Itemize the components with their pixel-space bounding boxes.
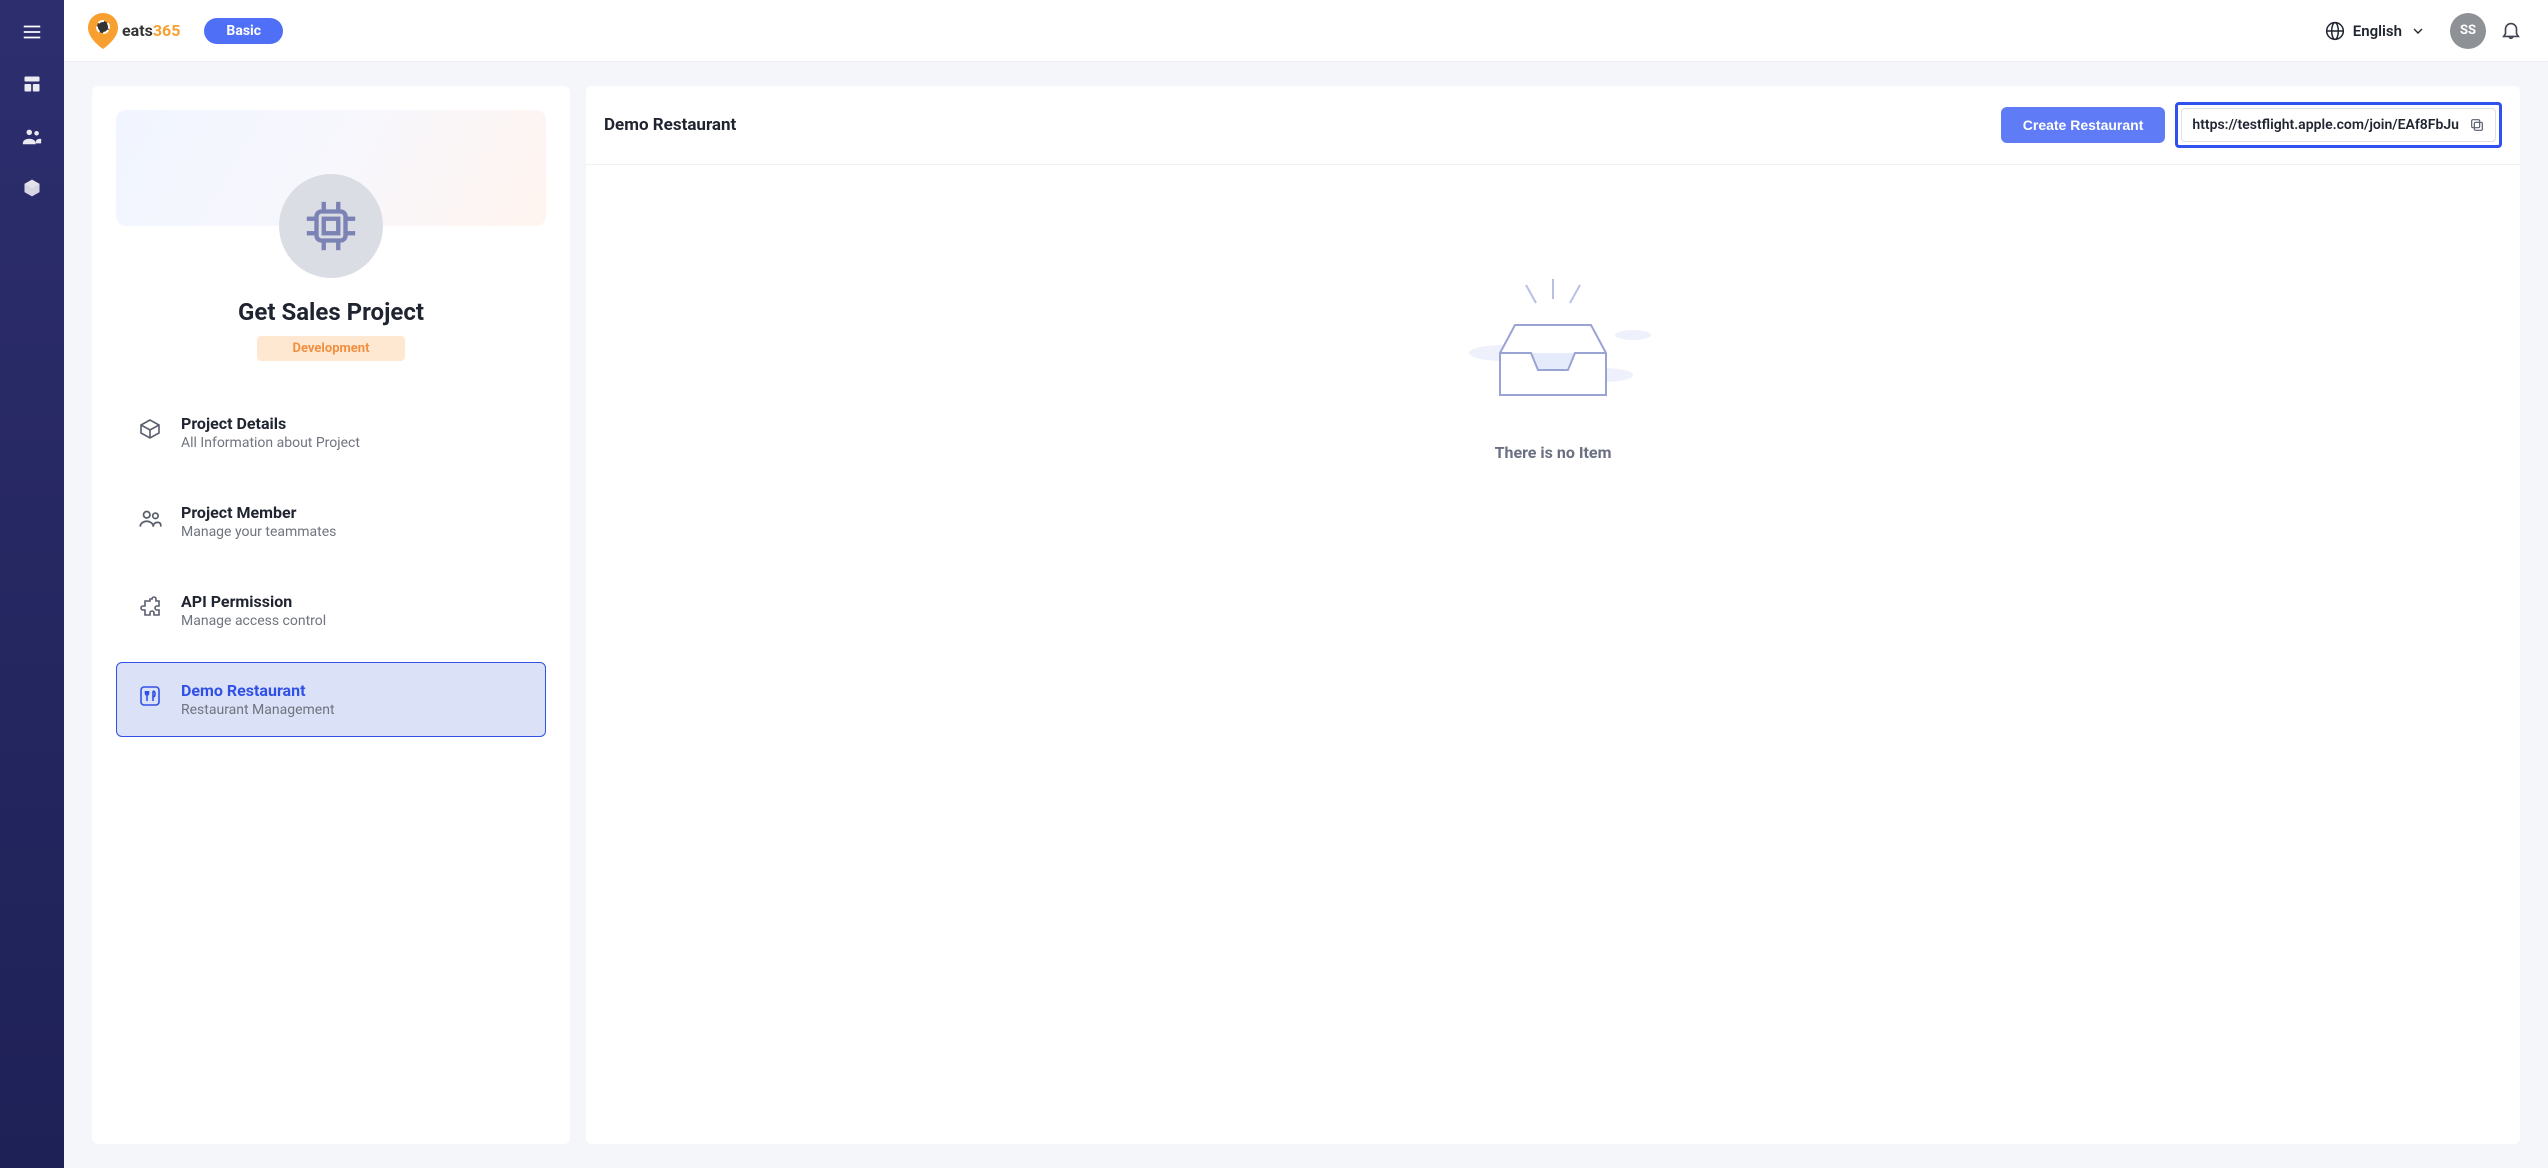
app-root: eats365 Basic English SS [0, 0, 2548, 1168]
empty-inbox-icon [1438, 275, 1668, 415]
notifications-button[interactable] [2500, 19, 2524, 43]
menu-title: Project Details [181, 414, 360, 433]
hamburger-icon [21, 21, 43, 43]
puzzle-icon [137, 594, 163, 620]
menu-project-member[interactable]: Project Member Manage your teammates [116, 484, 546, 559]
nav-products[interactable] [20, 176, 44, 200]
language-selector[interactable]: English [2325, 21, 2426, 41]
group-icon [137, 505, 163, 531]
top-header: eats365 Basic English SS [64, 0, 2548, 62]
layout-icon [22, 74, 42, 94]
empty-state-text: There is no Item [1495, 443, 1612, 462]
panel-header: Demo Restaurant Create Restaurant https:… [586, 86, 2520, 165]
globe-icon [2325, 21, 2345, 41]
user-avatar[interactable]: SS [2450, 13, 2486, 49]
nav-dashboard[interactable] [20, 72, 44, 96]
menu-subtitle: Manage your teammates [181, 524, 336, 540]
brand-logo[interactable]: eats365 [88, 13, 180, 49]
people-icon [21, 125, 43, 147]
nav-members[interactable] [20, 124, 44, 148]
share-link-highlight: https://testflight.apple.com/join/EAf8Fb… [2175, 102, 2502, 148]
menu-demo-restaurant[interactable]: Demo Restaurant Restaurant Management [116, 662, 546, 737]
project-menu: Project Details All Information about Pr… [116, 395, 546, 737]
sidebar [0, 0, 64, 1168]
copy-link-button[interactable] [2469, 117, 2485, 133]
menu-subtitle: Manage access control [181, 613, 326, 629]
content: Get Sales Project Development Project De… [64, 62, 2548, 1168]
hamburger-menu-button[interactable] [20, 20, 44, 44]
share-link-box: https://testflight.apple.com/join/EAf8Fb… [2181, 108, 2496, 142]
restaurant-panel: Demo Restaurant Create Restaurant https:… [586, 86, 2520, 1144]
cpu-icon [302, 197, 360, 255]
cube-icon [22, 178, 42, 198]
chevron-down-icon [2410, 23, 2426, 39]
create-restaurant-button[interactable]: Create Restaurant [2001, 107, 2166, 143]
share-link-text: https://testflight.apple.com/join/EAf8Fb… [2192, 117, 2459, 133]
panel-title: Demo Restaurant [604, 115, 736, 135]
main-area: eats365 Basic English SS [64, 0, 2548, 1168]
menu-subtitle: All Information about Project [181, 435, 360, 451]
bell-icon [2500, 19, 2522, 41]
menu-subtitle: Restaurant Management [181, 702, 335, 718]
language-label: English [2353, 22, 2402, 40]
tier-badge: Basic [204, 18, 283, 44]
copy-icon [2469, 117, 2485, 133]
project-tag: Development [257, 336, 406, 361]
utensils-icon [137, 683, 163, 709]
project-name: Get Sales Project [116, 298, 546, 326]
brand-pin-icon [88, 13, 118, 49]
menu-api-permission[interactable]: API Permission Manage access control [116, 573, 546, 648]
empty-state: There is no Item [586, 165, 2520, 1144]
project-avatar [279, 174, 383, 278]
menu-project-details[interactable]: Project Details All Information about Pr… [116, 395, 546, 470]
menu-title: API Permission [181, 592, 326, 611]
brand-text: eats365 [122, 21, 180, 40]
box-icon [137, 416, 163, 442]
project-banner [116, 110, 546, 226]
menu-title: Project Member [181, 503, 336, 522]
menu-title: Demo Restaurant [181, 681, 335, 700]
project-panel: Get Sales Project Development Project De… [92, 86, 570, 1144]
